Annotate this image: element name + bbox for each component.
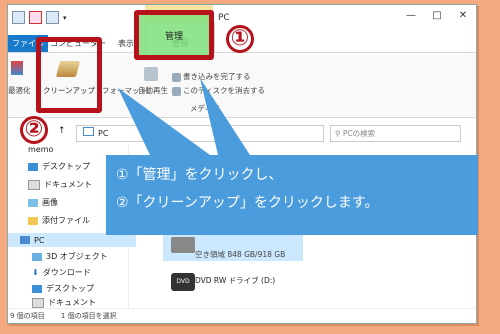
instruction-callout: ①「管理」をクリックし、 ②「クリーンアップ」をクリックします。 (106, 155, 478, 235)
manage-highlight-box: 管理 (134, 10, 214, 60)
cleanup-highlight-box (36, 37, 102, 113)
instruction-line-2: ②「クリーンアップ」をクリックします。 (116, 195, 379, 211)
instruction-line-1: ①「管理」をクリックし、 (116, 167, 283, 183)
step-2-badge: ② (20, 116, 48, 144)
pointer-to-cleanup (118, 88, 210, 155)
step-1-badge: ① (226, 25, 254, 53)
manage-tab-text: 管理 (164, 32, 183, 42)
pointer-to-manage (200, 78, 250, 155)
